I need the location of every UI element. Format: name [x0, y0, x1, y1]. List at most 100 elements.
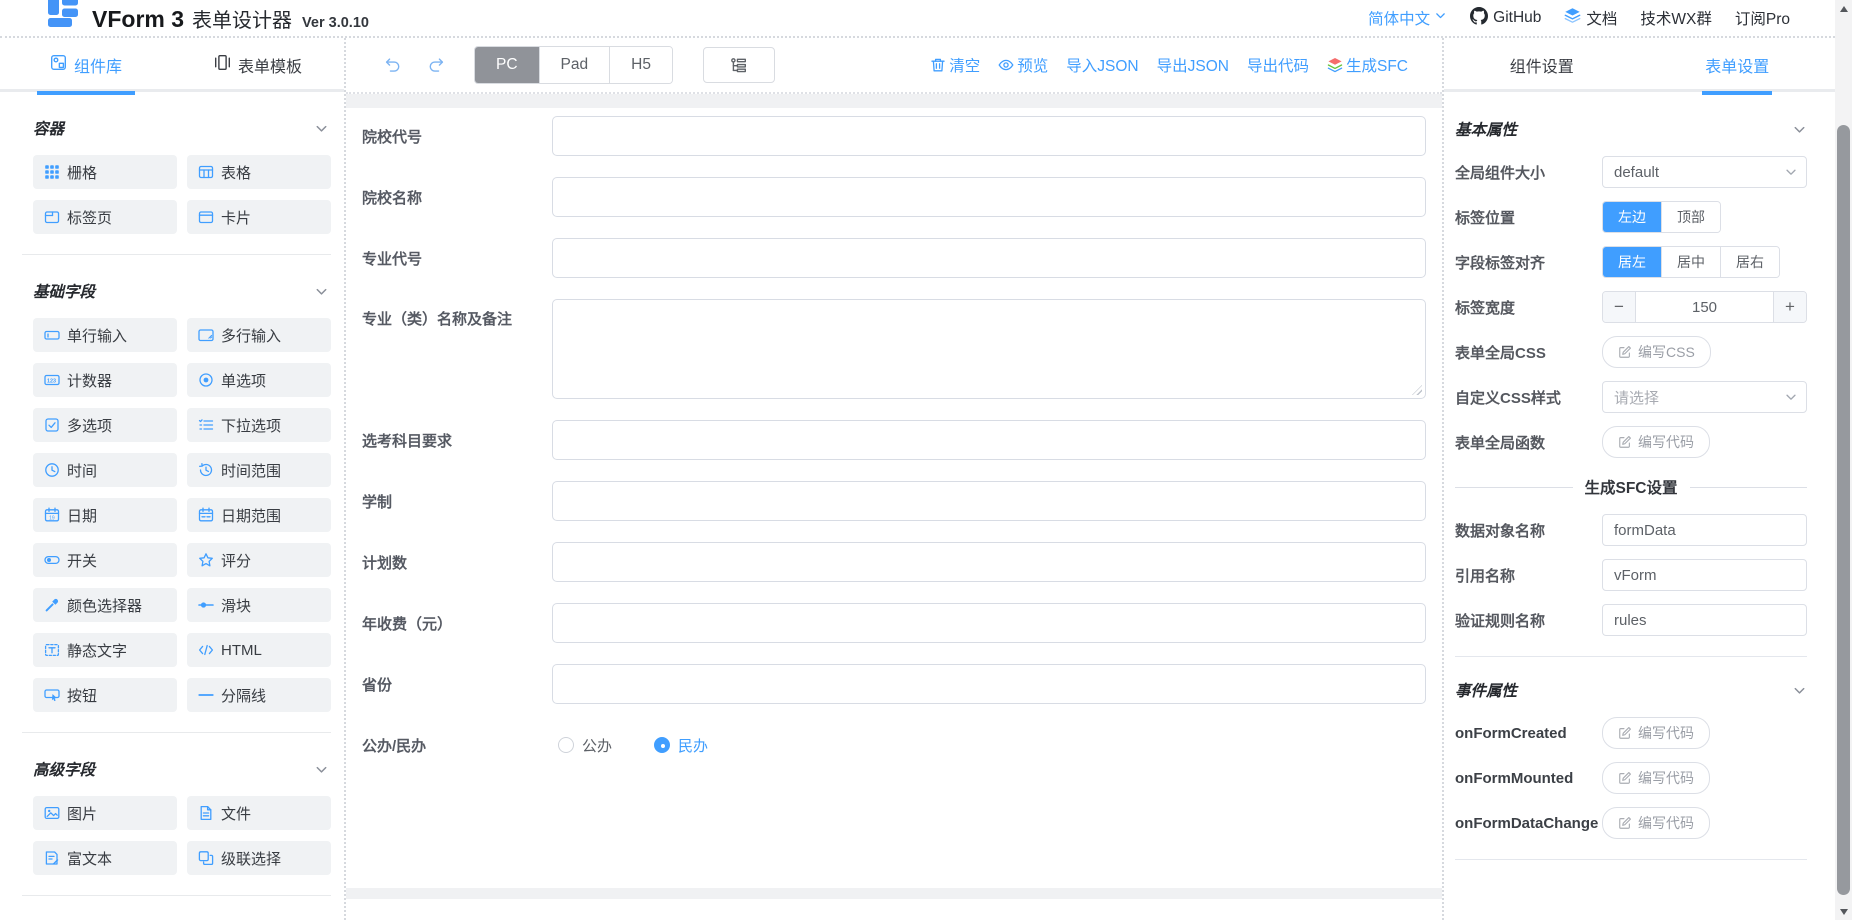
widget-item-select[interactable]: 下拉选项 [187, 408, 331, 442]
widget-item-table[interactable]: 表格 [187, 155, 331, 189]
widget-item-checkbox[interactable]: 多选项 [33, 408, 177, 442]
label-align-option[interactable]: 居左 [1603, 247, 1661, 277]
chevron-down-icon[interactable] [1792, 683, 1807, 698]
custom-class-select[interactable]: 请选择 [1602, 381, 1807, 413]
widget-item-radio[interactable]: 单选项 [187, 363, 331, 397]
widget-item-cascader[interactable]: 级联选择 [187, 841, 331, 875]
radio-option[interactable]: 公办 [558, 735, 612, 756]
widget-item-rate[interactable]: 评分 [187, 543, 331, 577]
field-input[interactable] [552, 116, 1426, 156]
field-textarea[interactable] [552, 299, 1426, 399]
widget-item-html[interactable]: HTML [187, 633, 331, 667]
form-field-college-code[interactable]: 院校代号 [362, 116, 1426, 156]
setting-row-form-rules-name: 验证规则名称rules [1455, 604, 1807, 636]
settings-panel: 组件设置表单设置 基本属性全局组件大小default标签位置左边顶部字段标签对齐… [1444, 38, 1835, 920]
widget-item-grid[interactable]: 栅格 [33, 155, 177, 189]
widget-item-date[interactable]: 19日期 [33, 498, 177, 532]
widget-item-file-upload[interactable]: 文件 [187, 796, 331, 830]
label-align-option[interactable]: 居右 [1720, 247, 1779, 277]
page-scrollbar[interactable] [1835, 0, 1852, 920]
decrease-button[interactable]: − [1603, 292, 1636, 322]
widget-item-switch[interactable]: 开关 [33, 543, 177, 577]
onFormDataChange-edit-button[interactable]: 编写代码 [1602, 807, 1710, 839]
form-field-schooling-years[interactable]: 学制 [362, 481, 1426, 521]
form-field-major-code[interactable]: 专业代号 [362, 238, 1426, 278]
onFormCreated-edit-button[interactable]: 编写代码 [1602, 717, 1710, 749]
subscribe-pro-link[interactable]: 订阅Pro [1735, 7, 1790, 29]
widget-item-static-text[interactable]: 静态文字 [33, 633, 177, 667]
scrollbar-up-arrow[interactable] [1835, 0, 1852, 17]
field-input[interactable] [552, 603, 1426, 643]
device-mode-h5[interactable]: H5 [609, 47, 672, 83]
global-size-select[interactable]: default [1602, 156, 1807, 188]
field-input[interactable] [552, 238, 1426, 278]
radio-option[interactable]: 民办 [654, 735, 708, 756]
form-field-college-name[interactable]: 院校名称 [362, 177, 1426, 217]
divider-2 [1455, 859, 1807, 860]
chevron-down-icon[interactable] [314, 284, 329, 299]
scrollbar-thumb[interactable] [1837, 125, 1850, 895]
widget-item-input[interactable]: 单行输入 [33, 318, 177, 352]
node-tree-button[interactable] [703, 47, 775, 83]
undo-button[interactable] [374, 48, 408, 82]
form-rules-name-input[interactable]: rules [1602, 604, 1807, 636]
widget-item-rich-editor[interactable]: 富文本 [33, 841, 177, 875]
tab-form-template[interactable]: 表单模板 [172, 38, 344, 92]
redo-button[interactable] [420, 48, 454, 82]
label-position-option[interactable]: 顶部 [1661, 202, 1720, 232]
form-field-annual-fee[interactable]: 年收费（元） [362, 603, 1426, 643]
export-code-button[interactable]: 导出代码 [1247, 54, 1309, 76]
chevron-down-icon[interactable] [314, 762, 329, 777]
form-field-plan-count[interactable]: 计划数 [362, 542, 1426, 582]
form-field-province[interactable]: 省份 [362, 664, 1426, 704]
field-input[interactable] [552, 664, 1426, 704]
tab-widget-lib[interactable]: 组件库 [0, 38, 172, 92]
onFormMounted-edit-button[interactable]: 编写代码 [1602, 762, 1710, 794]
language-selector[interactable]: 简体中文 [1368, 7, 1447, 29]
github-link[interactable]: GitHub [1470, 7, 1541, 30]
widget-item-slider[interactable]: 滑块 [187, 588, 331, 622]
widget-item-number[interactable]: 123计数器 [33, 363, 177, 397]
widget-item-time-range[interactable]: 时间范围 [187, 453, 331, 487]
field-input[interactable] [552, 420, 1426, 460]
form-ref-name-input[interactable]: vForm [1602, 559, 1807, 591]
widget-item-time[interactable]: 时间 [33, 453, 177, 487]
clear-button[interactable]: 清空 [930, 54, 980, 76]
form-field-major-name-remark[interactable]: 专业（类）名称及备注 [362, 299, 1426, 399]
widget-item-picture-upload[interactable]: 图片 [33, 796, 177, 830]
stepper-value[interactable]: 150 [1636, 292, 1773, 322]
device-mode-pc[interactable]: PC [475, 47, 539, 83]
widget-item-color-picker[interactable]: 颜色选择器 [33, 588, 177, 622]
form-canvas[interactable]: 院校代号院校名称专业代号专业（类）名称及备注选考科目要求学制计划数年收费（元） 省… [346, 94, 1442, 920]
field-input[interactable] [552, 542, 1426, 582]
widget-item-button[interactable]: 按钮 [33, 678, 177, 712]
form-field-public-private[interactable]: 公办/民办公办民办 [362, 725, 1426, 765]
form-css-edit-button[interactable]: 编写CSS [1602, 336, 1711, 368]
export-json-button[interactable]: 导出JSON [1157, 54, 1229, 76]
wx-group-link[interactable]: 技术WX群 [1640, 7, 1711, 29]
chevron-down-icon[interactable] [314, 121, 329, 136]
import-json-button[interactable]: 导入JSON [1066, 54, 1138, 76]
scrollbar-down-arrow[interactable] [1835, 903, 1852, 920]
docs-link[interactable]: 文档 [1564, 7, 1617, 29]
field-input[interactable] [552, 177, 1426, 217]
widget-item-textarea[interactable]: 多行输入 [187, 318, 331, 352]
generate-sfc-button[interactable]: 生成SFC [1327, 54, 1408, 76]
widget-item-tab[interactable]: 标签页 [33, 200, 177, 234]
widget-item-card[interactable]: 卡片 [187, 200, 331, 234]
field-input[interactable] [552, 481, 1426, 521]
widget-item-divider[interactable]: 分隔线 [187, 678, 331, 712]
device-mode-pad[interactable]: Pad [539, 47, 610, 83]
label-align-option[interactable]: 居中 [1661, 247, 1720, 277]
increase-button[interactable]: + [1773, 292, 1806, 322]
tab-form-settings[interactable]: 表单设置 [1640, 38, 1836, 92]
widget-item-date-range[interactable]: 日期范围 [187, 498, 331, 532]
form-model-name-input[interactable]: formData [1602, 514, 1807, 546]
form-field-subject-requirement[interactable]: 选考科目要求 [362, 420, 1426, 460]
global-functions-edit-button[interactable]: 编写代码 [1602, 426, 1710, 458]
chevron-down-icon[interactable] [1792, 122, 1807, 137]
label-position-option[interactable]: 左边 [1603, 202, 1661, 232]
widget-item-label: 标签页 [67, 207, 112, 228]
preview-button[interactable]: 预览 [998, 54, 1048, 76]
tab-widget-settings[interactable]: 组件设置 [1444, 38, 1640, 92]
